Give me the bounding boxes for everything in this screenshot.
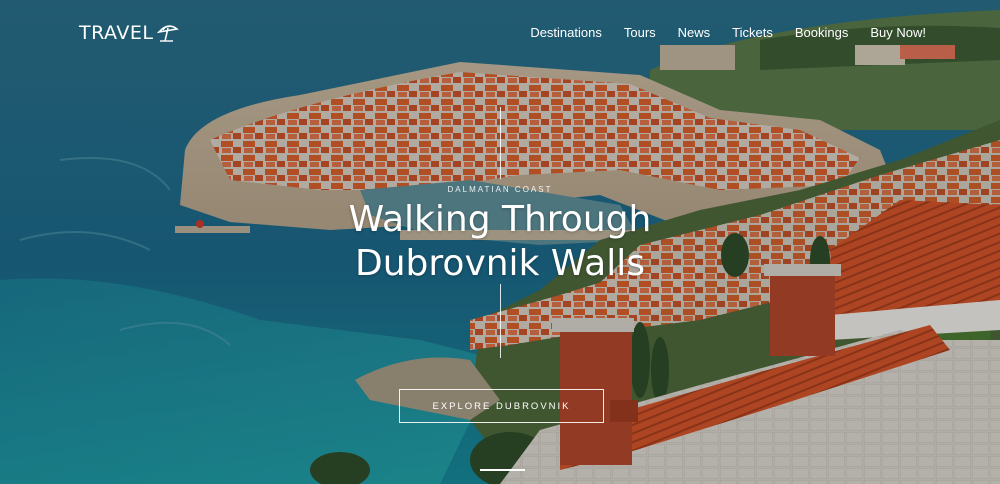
nav-item-tickets[interactable]: Tickets bbox=[732, 25, 773, 40]
nav-item-tours[interactable]: Tours bbox=[624, 25, 656, 40]
decorative-line-top bbox=[500, 107, 501, 179]
nav-item-news[interactable]: News bbox=[678, 25, 711, 40]
nav-item-buy-now[interactable]: Buy Now! bbox=[870, 25, 926, 40]
decorative-line-bottom bbox=[500, 284, 501, 358]
hero-headline-line-1: Walking Through bbox=[348, 199, 652, 240]
hero-eyebrow: DALMATIAN COAST bbox=[447, 185, 553, 194]
nav-item-destinations[interactable]: Destinations bbox=[530, 25, 602, 40]
nav-item-bookings[interactable]: Bookings bbox=[795, 25, 848, 40]
site-logo[interactable]: TRAVEL bbox=[79, 22, 180, 44]
slide-indicator[interactable] bbox=[480, 469, 525, 471]
hero-section: TRAVEL Destinations Tours News Tickets B… bbox=[0, 0, 1000, 484]
explore-dubrovnik-button[interactable]: EXPLORE DUBROVNIK bbox=[399, 389, 604, 423]
main-nav: Destinations Tours News Tickets Bookings… bbox=[530, 25, 926, 40]
beach-umbrella-icon bbox=[157, 25, 180, 42]
hero-headline-line-2: Dubrovnik Walls bbox=[355, 243, 645, 284]
hero-headline: Walking Through Dubrovnik Walls bbox=[0, 198, 1000, 286]
logo-text: TRAVEL bbox=[79, 22, 154, 44]
